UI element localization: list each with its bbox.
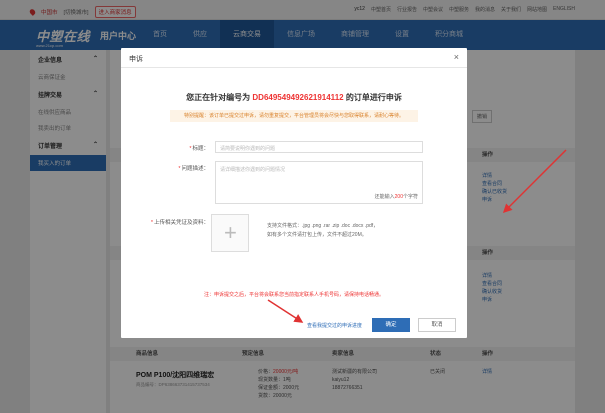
- arrow-to-appeal-link: [502, 149, 567, 214]
- arrow-to-progress-link: [267, 299, 304, 323]
- annotation-arrows: [267, 149, 567, 323]
